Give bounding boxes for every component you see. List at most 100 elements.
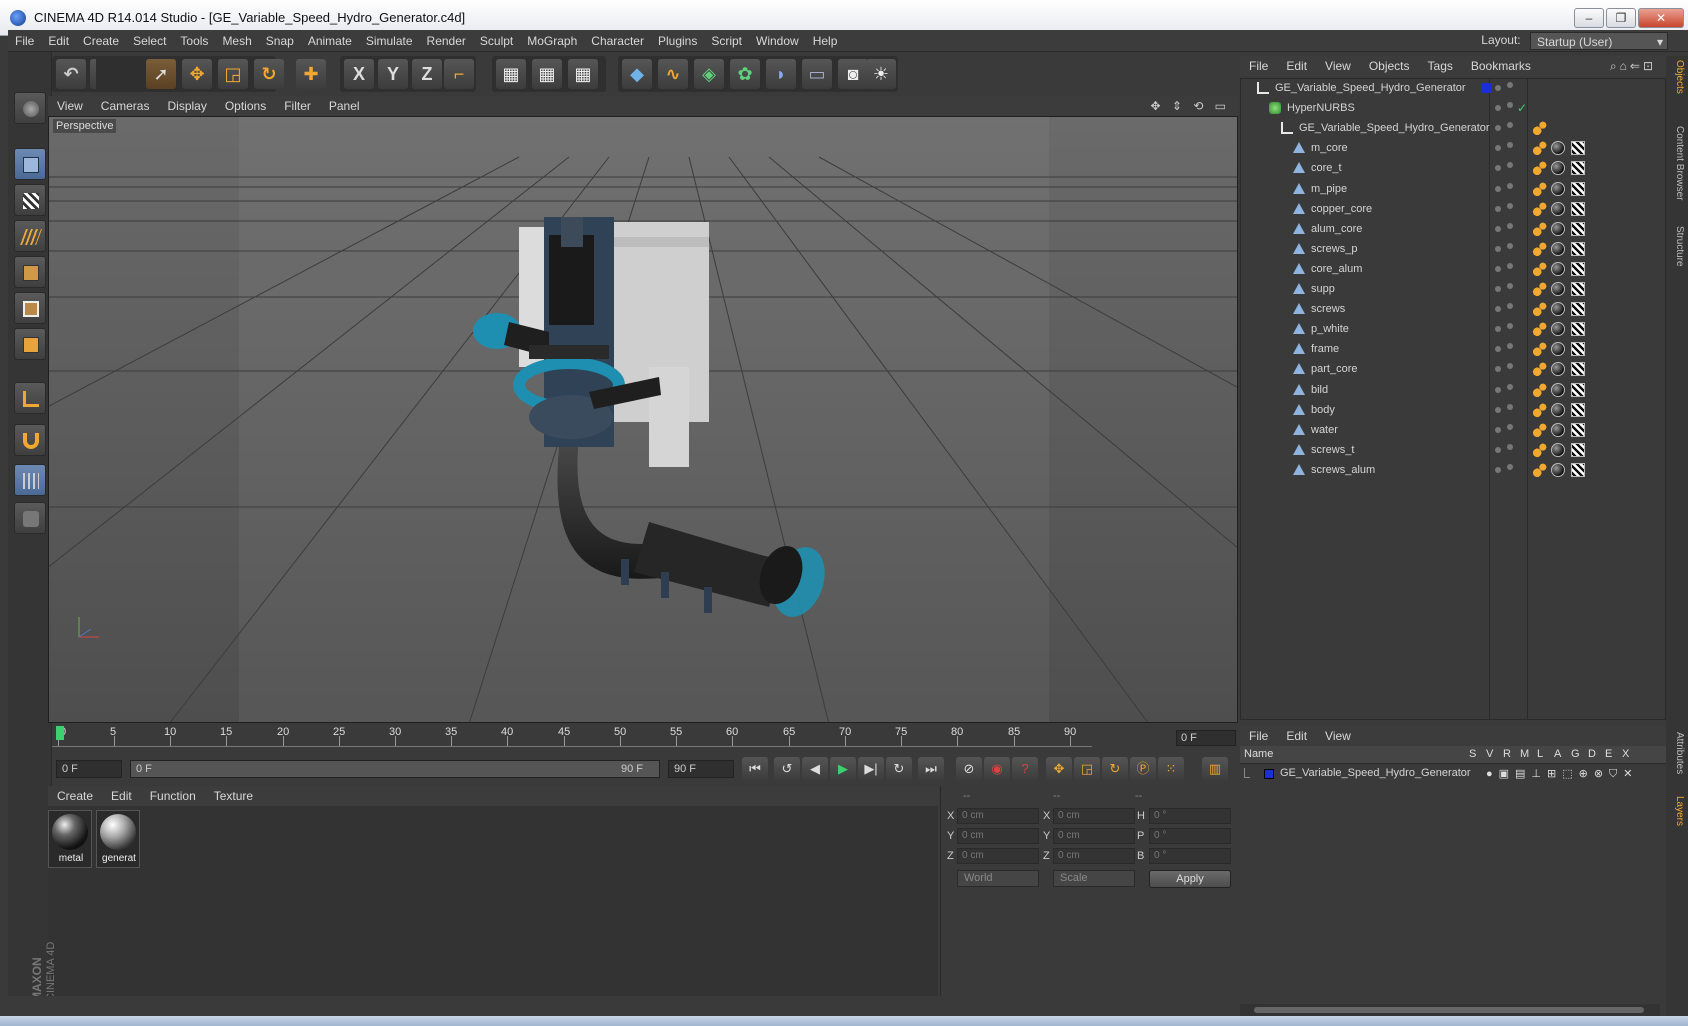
- render-visibility-dot[interactable]: [1507, 242, 1513, 249]
- object-row[interactable]: screws_t: [1241, 441, 1665, 460]
- material-tag-icon[interactable]: [1551, 462, 1565, 477]
- play-button[interactable]: ▶: [830, 757, 856, 781]
- object-row[interactable]: frame: [1241, 340, 1665, 359]
- material-tag-icon[interactable]: [1551, 161, 1565, 176]
- tab-layers[interactable]: Layers: [1669, 796, 1685, 826]
- editor-visibility-dot[interactable]: [1495, 245, 1501, 252]
- render-visibility-dot[interactable]: [1507, 363, 1513, 370]
- tab-structure[interactable]: Structure: [1669, 226, 1685, 267]
- layout-dropdown[interactable]: Startup (User) ▾: [1530, 32, 1668, 50]
- light-button[interactable]: ☀: [866, 59, 896, 89]
- move-button[interactable]: ✥: [182, 59, 212, 89]
- previous-frame-button[interactable]: ◀: [802, 757, 828, 781]
- layer-menu-view[interactable]: View: [1316, 726, 1360, 746]
- go-to-end-button[interactable]: ⏭: [918, 757, 944, 781]
- scene-floor-button[interactable]: ▭: [802, 59, 832, 89]
- editor-visibility-dot[interactable]: [1495, 426, 1501, 433]
- phong-tag-icon[interactable]: [1533, 261, 1547, 276]
- texture-tag-icon[interactable]: [1571, 462, 1585, 477]
- material-tag-icon[interactable]: [1551, 221, 1565, 236]
- texture-tag-icon[interactable]: [1571, 181, 1585, 196]
- camera-button[interactable]: ◙: [838, 59, 868, 89]
- material-menu-edit[interactable]: Edit: [102, 786, 141, 806]
- editor-visibility-dot[interactable]: [1495, 225, 1501, 232]
- timeline-window-button[interactable]: ▥: [1202, 757, 1228, 781]
- material-tag-icon[interactable]: [1551, 261, 1565, 276]
- playhead[interactable]: [56, 726, 64, 740]
- object-manager-tool-icons[interactable]: ⌕⌂⇐⊡: [1610, 59, 1656, 74]
- key-point-level-button[interactable]: ⁙: [1158, 757, 1184, 781]
- planar-workplane-button[interactable]: [14, 502, 46, 534]
- phong-tag-icon[interactable]: [1533, 442, 1547, 457]
- material-swatch-metal[interactable]: metal: [48, 810, 92, 868]
- material-tag-icon[interactable]: [1551, 241, 1565, 256]
- layer-color-swatch[interactable]: [1481, 83, 1491, 93]
- layer-row[interactable]: GE_Variable_Speed_Hydro_Generator ●▣▤⊥⊞⬚…: [1240, 764, 1666, 784]
- texture-tag-icon[interactable]: [1571, 161, 1585, 176]
- phong-tag-icon[interactable]: [1533, 141, 1547, 156]
- phong-tag-icon[interactable]: [1533, 422, 1547, 437]
- render-visibility-dot[interactable]: [1507, 403, 1513, 410]
- menu-edit[interactable]: Edit: [41, 30, 76, 48]
- render-view-button[interactable]: ▦: [496, 59, 526, 89]
- menu-script[interactable]: Script: [704, 30, 749, 48]
- position-x-field[interactable]: 0 cm: [957, 808, 1039, 824]
- phong-tag-icon[interactable]: [1533, 362, 1547, 377]
- viewport-menu-display[interactable]: Display: [158, 96, 215, 113]
- render-visibility-dot[interactable]: [1507, 222, 1513, 229]
- nurbs-button[interactable]: ◈: [694, 59, 724, 89]
- editor-visibility-dot[interactable]: [1495, 386, 1501, 393]
- material-tag-icon[interactable]: [1551, 282, 1565, 296]
- tab-objects[interactable]: Objects: [1669, 60, 1685, 94]
- frame-range-slider[interactable]: 0 F 90 F: [130, 760, 660, 778]
- menu-sculpt[interactable]: Sculpt: [473, 30, 520, 48]
- restore-button[interactable]: ❐: [1606, 8, 1636, 28]
- render-visibility-dot[interactable]: [1507, 463, 1513, 470]
- add-tool-button[interactable]: ✚: [296, 59, 326, 89]
- render-visibility-dot[interactable]: [1507, 323, 1513, 330]
- key-rotation-button[interactable]: ↻: [1102, 757, 1128, 781]
- editor-visibility-dot[interactable]: [1495, 165, 1501, 172]
- phong-tag-icon[interactable]: [1533, 402, 1547, 417]
- texture-tag-icon[interactable]: [1571, 261, 1585, 276]
- object-row[interactable]: m_pipe: [1241, 180, 1665, 199]
- object-row[interactable]: water: [1241, 421, 1665, 440]
- scrollbar-thumb[interactable]: [1254, 1007, 1644, 1013]
- material-tag-icon[interactable]: [1551, 141, 1565, 156]
- model-mode-button[interactable]: [14, 148, 46, 180]
- position-z-field[interactable]: 0 cm: [957, 848, 1039, 864]
- editor-visibility-dot[interactable]: [1495, 265, 1501, 272]
- undo-button[interactable]: ↶: [56, 59, 86, 89]
- close-button[interactable]: ✕: [1638, 8, 1684, 28]
- render-visibility-dot[interactable]: [1507, 82, 1513, 88]
- editor-visibility-dot[interactable]: [1495, 286, 1501, 292]
- object-row[interactable]: p_white: [1241, 320, 1665, 339]
- coordinate-system-button[interactable]: ⌐: [444, 59, 474, 89]
- next-frame-button[interactable]: ▶|: [858, 757, 884, 781]
- lock-workplane-button[interactable]: [14, 464, 46, 496]
- menu-snap[interactable]: Snap: [259, 30, 301, 48]
- editor-visibility-dot[interactable]: [1495, 446, 1501, 453]
- phong-tag-icon[interactable]: [1533, 382, 1547, 397]
- render-visibility-dot[interactable]: [1507, 262, 1513, 269]
- object-menu-view[interactable]: View: [1316, 56, 1360, 76]
- polygons-mode-button[interactable]: [14, 328, 46, 360]
- snap-button[interactable]: [14, 424, 46, 456]
- render-visibility-dot[interactable]: [1507, 102, 1513, 109]
- axis-mode-button[interactable]: [14, 382, 46, 414]
- z-axis-button[interactable]: Z: [412, 59, 442, 89]
- key-position-button[interactable]: ✥: [1046, 757, 1072, 781]
- object-row[interactable]: body: [1241, 401, 1665, 420]
- apply-button[interactable]: Apply: [1149, 870, 1231, 888]
- coordinate-space-dropdown[interactable]: World: [957, 870, 1039, 887]
- render-visibility-dot[interactable]: [1507, 283, 1513, 289]
- menu-render[interactable]: Render: [420, 30, 473, 48]
- menu-window[interactable]: Window: [749, 30, 806, 48]
- material-tag-icon[interactable]: [1551, 322, 1565, 337]
- key-scale-button[interactable]: ◲: [1074, 757, 1100, 781]
- phong-tag-icon[interactable]: [1533, 342, 1547, 357]
- phong-tag-icon[interactable]: [1533, 201, 1547, 216]
- previous-key-button[interactable]: ↺: [774, 757, 800, 781]
- object-row[interactable]: screws: [1241, 300, 1665, 319]
- scale-button[interactable]: ◲: [218, 59, 248, 89]
